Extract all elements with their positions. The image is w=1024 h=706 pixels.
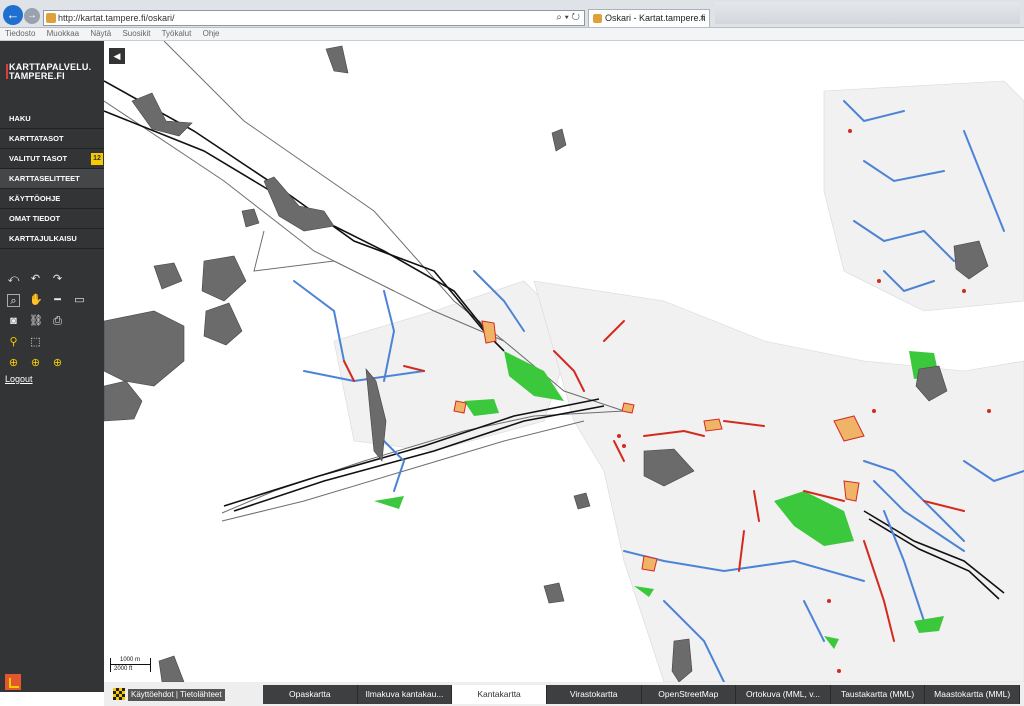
reset-view-icon[interactable]: ⤺ xyxy=(7,273,20,286)
feature-info-icon[interactable]: ⚲ xyxy=(7,336,20,349)
tab-title: Oskari - Kartat.tampere.fi xyxy=(605,13,706,23)
menu-tools[interactable]: Työkalut xyxy=(162,29,192,38)
camera-icon[interactable]: ◙ xyxy=(7,315,20,328)
layer-tab-opaskartta[interactable]: Opaskartta xyxy=(263,685,358,704)
layer-tab-taustakartta[interactable]: Taustakartta (MML) xyxy=(830,685,926,704)
layer-tab-ortokuva[interactable]: Ortokuva (MML, v... xyxy=(736,685,831,704)
logout-link[interactable]: Logout xyxy=(5,374,33,384)
sidebar-item-karttaselitteet[interactable]: KARTTASELITTEET xyxy=(0,169,104,189)
back-button[interactable]: ← xyxy=(3,5,23,25)
checkered-flag-icon xyxy=(113,688,125,700)
layer-tab-ilmakuva[interactable]: Ilmakuva kantakau... xyxy=(357,685,453,704)
url-text: http://kartat.tampere.fi/oskari/ xyxy=(58,13,175,23)
sidebar-item-omat-tiedot[interactable]: OMAT TIEDOT xyxy=(0,209,104,229)
measure-area-icon[interactable]: ▭ xyxy=(73,294,86,307)
address-tools-icon[interactable]: ⌕ ▾ ↻ xyxy=(556,11,580,25)
menu-view[interactable]: Näytä xyxy=(90,29,111,38)
menu-edit[interactable]: Muokkaa xyxy=(47,29,79,38)
collapse-panel-button[interactable]: ◀ xyxy=(109,48,125,64)
print-icon[interactable]: ⎙ xyxy=(51,315,64,328)
link-icon[interactable]: ⛓ xyxy=(29,315,43,328)
measure-line-icon[interactable]: ━ xyxy=(51,294,64,307)
app-logo[interactable]: KARTTAPALVELU. TAMPERE.FI xyxy=(6,63,99,81)
layer-tab-virastokartta[interactable]: Virastokartta xyxy=(546,685,642,704)
add-point-icon[interactable]: ⊕ xyxy=(7,357,20,370)
blurred-toolbar-area xyxy=(715,2,1020,24)
layer-count-badge: 12 xyxy=(91,153,103,165)
add-area-icon[interactable]: ⊕ xyxy=(51,357,64,370)
map-toolbox: ⤺ ↶ ↷ ⌕ ✋ ━ ▭ ◙ ⛓ ⎙ ⚲ ⬚ ⊕ ⊕ ⊕ xyxy=(7,273,97,378)
map-layers xyxy=(104,41,1024,682)
forward-button[interactable]: → xyxy=(24,8,40,24)
layer-tab-openstreetmap[interactable]: OpenStreetMap xyxy=(641,685,737,704)
scale-label-metric: 1000 m xyxy=(120,657,141,663)
browser-menubar: Tiedosto Muokkaa Näytä Suosikit Työkalut… xyxy=(0,28,1024,41)
select-area-icon[interactable]: ⬚ xyxy=(29,336,42,349)
sidebar-item-karttatasot[interactable]: KARTTATASOT xyxy=(0,129,104,149)
tampere-logo-icon xyxy=(5,674,21,690)
undo-icon[interactable]: ↶ xyxy=(29,273,42,286)
site-favicon-icon xyxy=(46,13,56,23)
tab-close-icon[interactable]: × xyxy=(700,10,705,27)
menu-file[interactable]: Tiedosto xyxy=(5,29,35,38)
menu-favorites[interactable]: Suosikit xyxy=(122,29,150,38)
terms-link[interactable]: Käyttöehdot | Tietolähteet xyxy=(128,689,225,701)
redo-icon[interactable]: ↷ xyxy=(51,273,64,286)
layer-tab-kantakartta[interactable]: Kantakartta xyxy=(452,685,547,704)
background-layer-selector: Opaskartta Ilmakuva kantakau... Kantakar… xyxy=(263,685,1020,704)
sidebar-menu: HAKU KARTTATASOT VALITUT TASOT 12 KARTTAS… xyxy=(0,109,104,249)
sidebar-item-kayttoohje[interactable]: KÄYTTÖOHJE xyxy=(0,189,104,209)
menu-help[interactable]: Ohje xyxy=(203,29,220,38)
sidebar-item-valitut-tasot[interactable]: VALITUT TASOT 12 xyxy=(0,149,104,169)
tab-favicon-icon xyxy=(593,14,602,23)
add-line-icon[interactable]: ⊕ xyxy=(29,357,42,370)
browser-toolbar: ← → http://kartat.tampere.fi/oskari/ ⌕ ▾… xyxy=(0,0,1024,28)
sidebar: KARTTAPALVELU. TAMPERE.FI HAKU KARTTATAS… xyxy=(0,41,104,706)
sidebar-item-haku[interactable]: HAKU xyxy=(0,109,104,129)
layer-tab-maastokartta[interactable]: Maastokartta (MML) xyxy=(925,685,1020,704)
scale-label-imperial: 2000 ft xyxy=(114,666,133,672)
zoom-box-icon[interactable]: ⌕ xyxy=(7,294,20,307)
browser-tab[interactable]: Oskari - Kartat.tampere.fi × xyxy=(588,9,710,27)
pan-hand-icon[interactable]: ✋ xyxy=(29,294,43,307)
sidebar-item-karttajulkaisu[interactable]: KARTTAJULKAISU xyxy=(0,229,104,249)
map-canvas[interactable] xyxy=(104,41,1024,682)
map-scale-bar: 1000 m 2000 ft xyxy=(110,657,152,674)
address-bar[interactable]: http://kartat.tampere.fi/oskari/ ⌕ ▾ ↻ xyxy=(43,10,585,26)
